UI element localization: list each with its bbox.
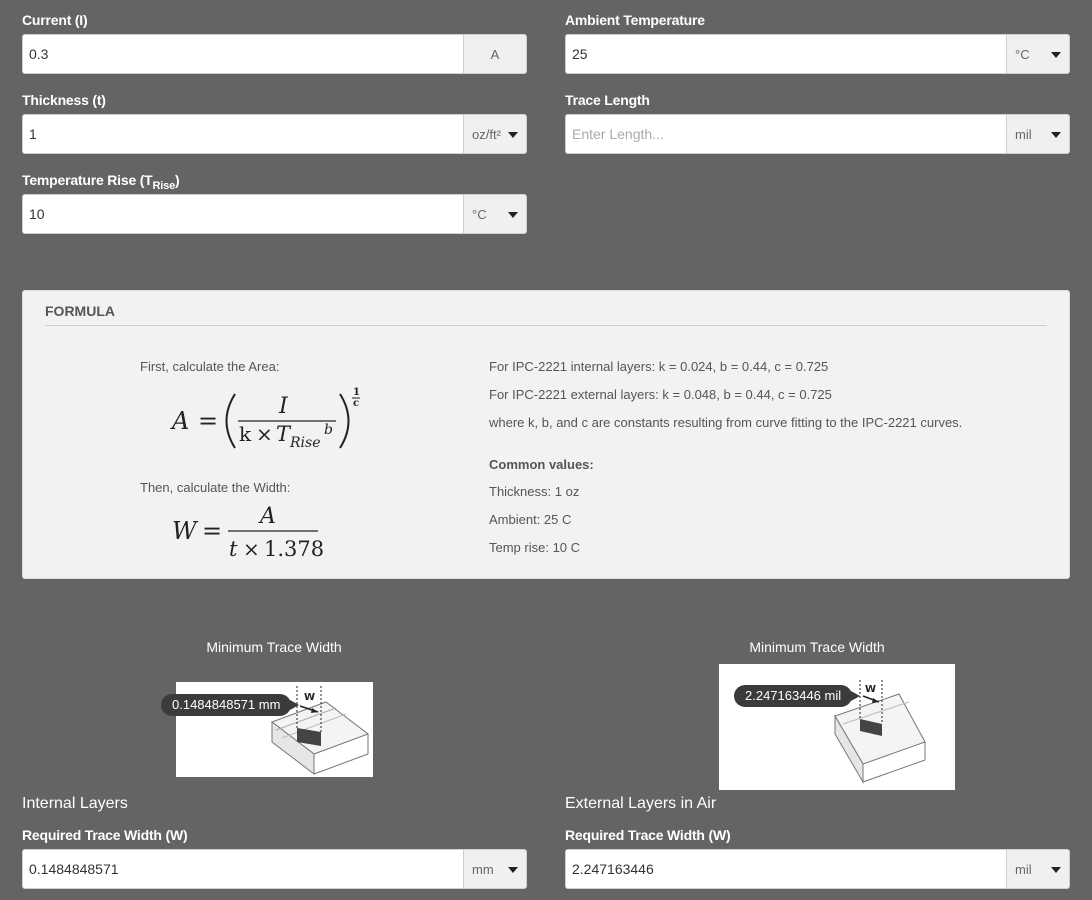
formula-step-area: First, calculate the Area: (140, 359, 280, 374)
current-unit: A (463, 35, 526, 73)
svg-text:W: W (172, 517, 199, 545)
trace-length-input[interactable] (566, 115, 1006, 153)
thickness-input-group: oz/ft² (22, 114, 527, 154)
internal-width-label: Required Trace Width (W) (22, 827, 188, 843)
chevron-down-icon (1051, 52, 1061, 58)
internal-width-badge: 0.1484848571 mm (161, 694, 300, 716)
temp-rise-unit-select[interactable]: °C (463, 195, 526, 233)
svg-text:W: W (865, 684, 876, 695)
svg-text:W: W (304, 692, 315, 703)
trace-cross-section-icon: W (834, 680, 926, 784)
formula-external-constants: For IPC-2221 external layers: k = 0.048,… (489, 387, 832, 402)
external-width-input-group: mil (565, 849, 1070, 889)
formula-step-width: Then, calculate the Width: (140, 480, 291, 495)
current-label: Current (I) (22, 12, 88, 28)
formula-note: where k, b, and c are constants resultin… (489, 415, 963, 430)
external-width-output[interactable] (566, 850, 1006, 888)
internal-diagram-label: Minimum Trace Width (206, 639, 342, 655)
thickness-label: Thickness (t) (22, 92, 106, 108)
external-layers-heading: External Layers in Air (565, 795, 717, 812)
svg-text:Rise: Rise (289, 435, 321, 451)
chevron-down-icon (508, 867, 518, 873)
ambient-unit-select[interactable]: °C (1006, 35, 1069, 73)
thickness-input[interactable] (23, 115, 463, 153)
thickness-unit-select[interactable]: oz/ft² (463, 115, 526, 153)
chevron-down-icon (1051, 867, 1061, 873)
common-value-thickness: Thickness: 1 oz (489, 484, 580, 499)
svg-text:b: b (324, 422, 333, 438)
formula-title: FORMULA (45, 303, 115, 319)
svg-text:t: t (229, 537, 238, 561)
svg-text:=: = (198, 407, 218, 435)
current-input-group: A (22, 34, 527, 74)
svg-text:1.378: 1.378 (264, 537, 324, 561)
area-equation: A = I k × T Rise b 1 c (170, 387, 360, 451)
formula-panel: FORMULA First, calculate the Area: A = I… (22, 290, 1070, 579)
internal-layers-heading: Internal Layers (22, 795, 128, 812)
external-diagram-label: Minimum Trace Width (749, 639, 885, 655)
ambient-input-group: °C (565, 34, 1070, 74)
external-trace-diagram: W (719, 664, 955, 790)
common-value-ambient: Ambient: 25 C (489, 512, 572, 527)
formula-internal-constants: For IPC-2221 internal layers: k = 0.024,… (489, 359, 829, 374)
internal-width-output[interactable] (23, 850, 463, 888)
svg-text:I: I (278, 394, 289, 419)
formula-divider (45, 325, 1047, 326)
svg-text:A: A (258, 504, 276, 529)
common-value-temp-rise: Temp rise: 10 C (489, 540, 581, 555)
ambient-label: Ambient Temperature (565, 12, 705, 28)
common-values-title: Common values: (489, 457, 594, 472)
ambient-input[interactable] (566, 35, 1006, 73)
chevron-down-icon (1051, 132, 1061, 138)
internal-width-unit-select[interactable]: mm (463, 850, 526, 888)
chevron-down-icon (508, 212, 518, 218)
svg-text:A: A (170, 407, 189, 435)
current-input[interactable] (23, 35, 463, 73)
trace-length-input-group: mil (565, 114, 1070, 154)
svg-text:=: = (202, 517, 222, 545)
external-width-label: Required Trace Width (W) (565, 827, 731, 843)
chevron-down-icon (508, 132, 518, 138)
internal-width-input-group: mm (22, 849, 527, 889)
temp-rise-input[interactable] (23, 195, 463, 233)
svg-text:k: k (239, 422, 252, 446)
trace-length-unit-select[interactable]: mil (1006, 115, 1069, 153)
svg-text:×: × (243, 537, 260, 561)
width-equation: W = A t × 1.378 (172, 504, 324, 561)
svg-text:c: c (353, 398, 359, 409)
external-width-unit-select[interactable]: mil (1006, 850, 1069, 888)
svg-text:1: 1 (353, 387, 360, 398)
external-width-badge: 2.247163446 mil (734, 685, 861, 707)
svg-text:×: × (256, 422, 273, 446)
temp-rise-input-group: °C (22, 194, 527, 234)
trace-length-label: Trace Length (565, 92, 650, 108)
temp-rise-label: Temperature Rise (TRise) (22, 172, 180, 192)
